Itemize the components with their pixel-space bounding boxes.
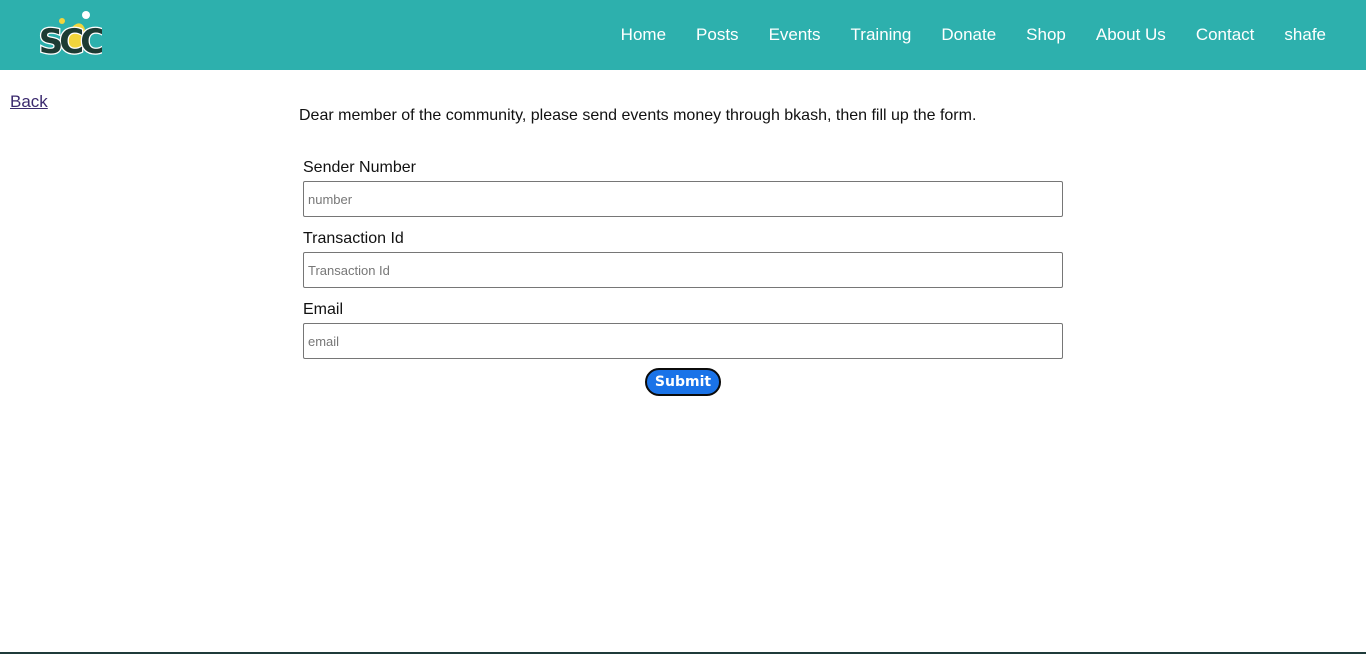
nav-user-profile[interactable]: shafe	[1284, 25, 1326, 45]
scc-logo[interactable]: SCC	[38, 9, 108, 63]
nav-shop[interactable]: Shop	[1026, 25, 1066, 45]
transaction-id-input[interactable]	[303, 252, 1063, 288]
payment-form: Sender Number Transaction Id Email Submi…	[303, 157, 1063, 396]
submit-row: Submit	[303, 368, 1063, 396]
email-label: Email	[303, 301, 344, 318]
sender-number-label: Sender Number	[303, 159, 416, 176]
sender-number-input[interactable]	[303, 181, 1063, 217]
nav-contact[interactable]: Contact	[1196, 25, 1255, 45]
main-nav: Home Posts Events Training Donate Shop A…	[591, 0, 1326, 70]
nav-posts[interactable]: Posts	[696, 25, 739, 45]
intro-text: Dear member of the community, please sen…	[299, 107, 977, 124]
submit-button[interactable]: Submit	[644, 368, 722, 396]
nav-home[interactable]: Home	[621, 25, 666, 45]
transaction-id-label: Transaction Id	[303, 230, 404, 247]
back-link[interactable]: Back	[10, 92, 48, 112]
scc-logo-icon: SCC	[38, 11, 108, 63]
nav-donate[interactable]: Donate	[941, 25, 996, 45]
top-navbar: SCC Home Posts Events Training Donate Sh…	[0, 0, 1366, 70]
logo-text: SCC	[39, 22, 102, 61]
nav-training[interactable]: Training	[851, 25, 912, 45]
nav-events[interactable]: Events	[769, 25, 821, 45]
nav-about-us[interactable]: About Us	[1096, 25, 1166, 45]
email-input[interactable]	[303, 323, 1063, 359]
